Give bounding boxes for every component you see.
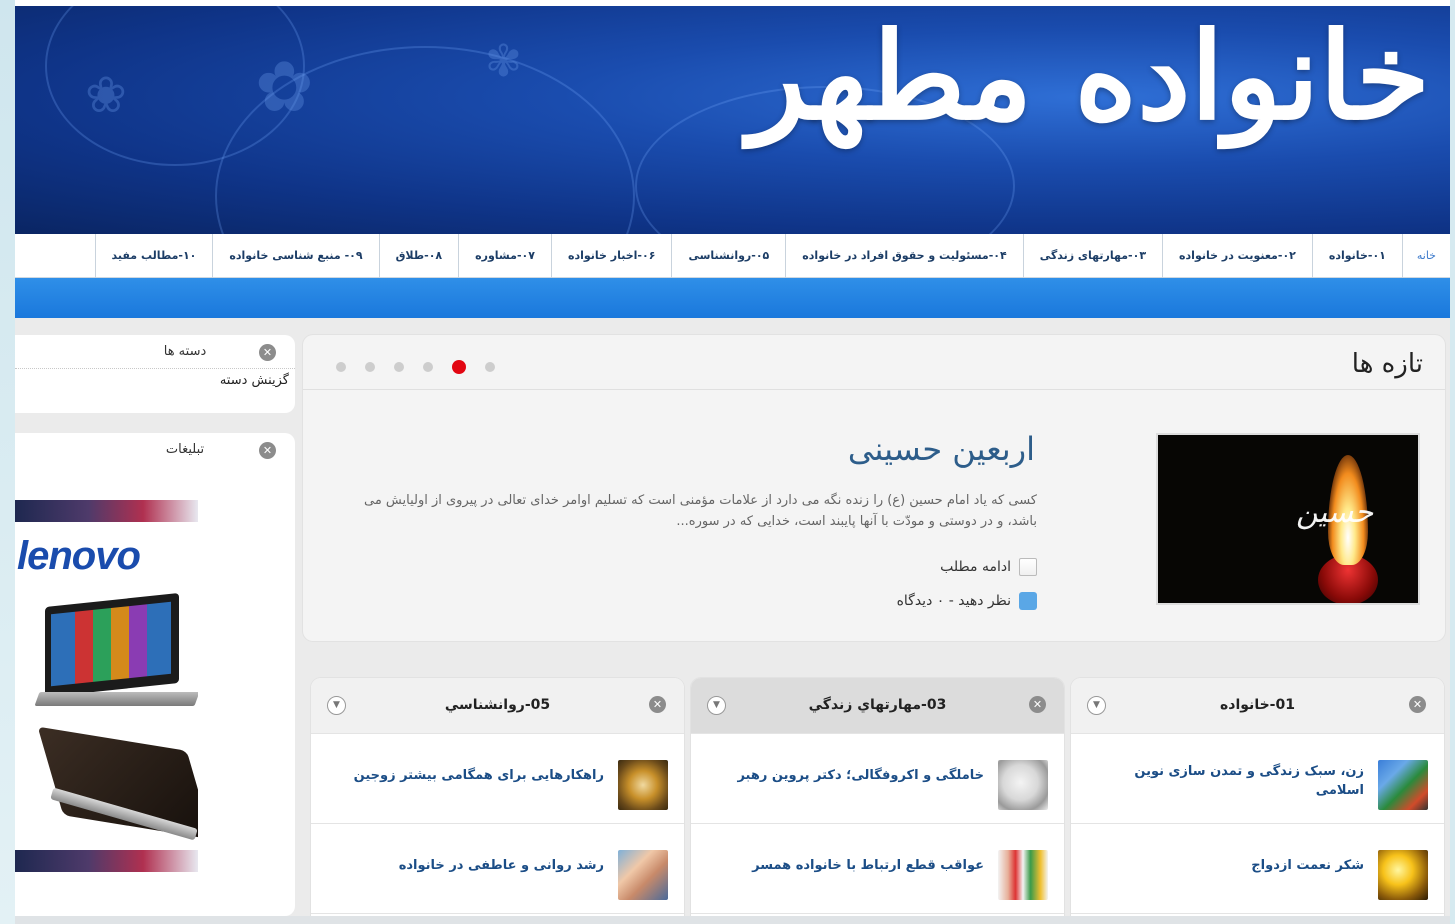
list-item: خاملگی و اکروفگالی؛ دکتر پروین رهبر bbox=[691, 734, 1064, 824]
chevron-down-icon[interactable]: ▼ bbox=[707, 696, 726, 715]
category-box-life-skills: ✕ 03-مهارتهاي زندگي ▼ خاملگی و اکروفگالی… bbox=[691, 678, 1064, 924]
page-bottom-strip bbox=[15, 916, 1450, 924]
nav-item-home[interactable]: خانه bbox=[1401, 233, 1450, 278]
category-header: ✕ 05-روانشناسي ▼ bbox=[311, 678, 684, 734]
category-title: 03-مهارتهاي زندگي bbox=[808, 697, 947, 713]
article-link[interactable]: زن، سبک زندگی و تمدن سازی نوین اسلامی bbox=[1085, 762, 1364, 800]
sidebar-categories-title: دسته ها bbox=[163, 344, 207, 359]
page-right-background bbox=[1450, 0, 1455, 924]
article-link[interactable]: عواقب قطع ارتباط با خانواده همسر bbox=[705, 856, 984, 875]
thumbnail-image[interactable] bbox=[998, 850, 1048, 900]
thumbnail-image[interactable] bbox=[1378, 850, 1428, 900]
main-navigation: خانه ۰۱-خانواده ۰۲-معنویت در خانواده ۰۳-… bbox=[15, 233, 1450, 278]
nav-item-responsibilities[interactable]: ۰۴-مسئولیت و حقوق افراد در خانواده bbox=[785, 233, 1022, 278]
flower-decoration-icon: ❀ bbox=[85, 66, 127, 124]
thumbnail-image[interactable] bbox=[998, 760, 1048, 810]
article-link[interactable]: خاملگی و اکروفگالی؛ دکتر پروین رهبر bbox=[705, 766, 984, 785]
list-item: شکر نعمت ازدواج bbox=[1071, 824, 1444, 914]
image-calligraphy: حسین bbox=[1296, 495, 1374, 530]
category-box-family: ✕ 01-خانواده ▼ زن، سبک زندگی و تمدن سازی… bbox=[1071, 678, 1444, 924]
article-image[interactable]: حسین bbox=[1156, 433, 1420, 605]
ad-band-decoration bbox=[15, 500, 198, 522]
slider-dot[interactable] bbox=[423, 362, 433, 372]
sidebar-ads-header: ✕ تبلیغات bbox=[15, 433, 295, 467]
read-more-link[interactable]: ادامه مطلب bbox=[940, 558, 1037, 576]
slider-dots bbox=[336, 360, 495, 374]
sidebar-categories-header: ✕ دسته ها bbox=[15, 335, 295, 369]
sidebar-categories-box: ✕ دسته ها گزینش دسته bbox=[15, 335, 295, 413]
comments-link[interactable]: نظر دهید - ۰ دیدگاه bbox=[897, 592, 1037, 610]
nav-item-family[interactable]: ۰۱-خانواده bbox=[1311, 233, 1402, 278]
category-box-psychology: ✕ 05-روانشناسي ▼ راهکارهایی برای همگامی … bbox=[311, 678, 684, 924]
thumbnail-image[interactable] bbox=[1378, 760, 1428, 810]
lenovo-logo: lenovo bbox=[17, 534, 141, 578]
nav-item-psychology[interactable]: ۰۵-روانشناسی bbox=[671, 233, 785, 278]
comment-icon bbox=[1019, 592, 1037, 610]
list-item: زن، سبک زندگی و تمدن سازی نوین اسلامی bbox=[1071, 734, 1444, 824]
nav-item-spirituality[interactable]: ۰۲-معنویت در خانواده bbox=[1162, 233, 1312, 278]
laptop-image bbox=[34, 592, 198, 716]
read-more-label[interactable]: ادامه مطلب bbox=[940, 559, 1011, 575]
featured-slider: تازه ها حسین اربعین حسینی کسی که یاد اما… bbox=[303, 335, 1445, 641]
slider-dot-active[interactable] bbox=[452, 360, 466, 374]
nav-sub-band bbox=[15, 278, 1450, 318]
category-title: 01-خانواده bbox=[1220, 697, 1295, 713]
featured-header: تازه ها bbox=[303, 335, 1445, 390]
slider-dot[interactable] bbox=[365, 362, 375, 372]
article-excerpt: کسی که یاد امام حسین (ع) را زنده نگه می … bbox=[364, 493, 1037, 529]
list-item: عواقب قطع ارتباط با خانواده همسر bbox=[691, 824, 1064, 914]
nav-item-family-news[interactable]: ۰۶-اخبار خانواده bbox=[550, 233, 671, 278]
flower-decoration-icon: ✿ bbox=[255, 46, 314, 128]
chevron-down-icon[interactable]: ▼ bbox=[1087, 696, 1106, 715]
article-link[interactable]: شکر نعمت ازدواج bbox=[1085, 856, 1364, 875]
sidebar-ads-title: تبلیغات bbox=[165, 442, 205, 457]
header-banner: ✿ ❀ ✾ خانواده مطهر bbox=[15, 6, 1450, 234]
category-header: ✕ 03-مهارتهاي زندگي ▼ bbox=[691, 678, 1064, 734]
nav-item-divorce[interactable]: ۰۸-طلاق bbox=[378, 233, 459, 278]
featured-title: تازه ها bbox=[1351, 349, 1423, 379]
flower-decoration-icon: ✾ bbox=[485, 36, 522, 87]
category-title: 05-روانشناسي bbox=[444, 697, 551, 713]
ad-band-decoration bbox=[15, 850, 198, 872]
nav-item-life-skills[interactable]: ۰۳-مهارتهای زندگی bbox=[1022, 233, 1162, 278]
slider-dot[interactable] bbox=[336, 362, 346, 372]
list-item: راهکارهایی برای همگامی بیشتر زوجین bbox=[311, 734, 684, 824]
document-icon bbox=[1019, 558, 1037, 576]
lenovo-ad-banner[interactable]: lenovo bbox=[15, 498, 198, 872]
nav-item-sources[interactable]: ۰۹- منبع شناسی خانواده bbox=[212, 233, 378, 278]
nav-item-useful-articles[interactable]: ۱۰-مطالب مفید bbox=[94, 233, 213, 278]
article-title[interactable]: اربعین حسینی bbox=[848, 430, 1035, 468]
list-item: رشد روانی و عاطفی در خانواده bbox=[311, 824, 684, 914]
nav-item-counseling[interactable]: ۰۷-مشاوره bbox=[458, 233, 551, 278]
thumbnail-image[interactable] bbox=[618, 850, 668, 900]
slider-dot[interactable] bbox=[485, 362, 495, 372]
chevron-down-icon[interactable]: ▼ bbox=[327, 696, 346, 715]
article-link[interactable]: راهکارهایی برای همگامی بیشتر زوجین bbox=[325, 766, 604, 785]
article-link[interactable]: رشد روانی و عاطفی در خانواده bbox=[325, 856, 604, 875]
thumbnail-image[interactable] bbox=[618, 760, 668, 810]
category-header: ✕ 01-خانواده ▼ bbox=[1071, 678, 1444, 734]
slider-dot[interactable] bbox=[394, 362, 404, 372]
page-left-background bbox=[0, 0, 15, 924]
laptop-image bbox=[37, 726, 198, 841]
site-logo[interactable]: خانواده مطهر bbox=[748, 6, 1432, 147]
category-select[interactable]: گزینش دسته bbox=[15, 369, 295, 388]
comments-label[interactable]: نظر دهید - ۰ دیدگاه bbox=[897, 593, 1011, 609]
